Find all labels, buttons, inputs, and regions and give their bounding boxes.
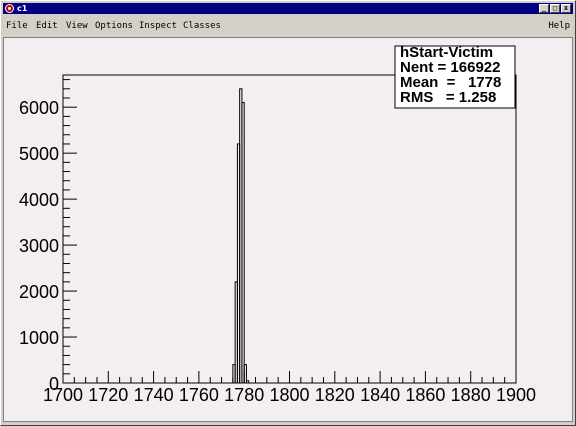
window-title: c1 xyxy=(17,4,28,13)
menu-file[interactable]: File xyxy=(6,18,28,34)
histogram-bin xyxy=(245,380,250,384)
x-tick-label: 1900 xyxy=(496,385,536,405)
x-tick-label: 1780 xyxy=(224,385,264,405)
x-tick-label: 1820 xyxy=(315,385,355,405)
app-window: c1 _ □ x File Edit View Options Inspect … xyxy=(0,0,576,426)
plot-frame xyxy=(62,74,517,384)
x-tick-label: 1720 xyxy=(88,385,128,405)
x-tick-label: 1860 xyxy=(405,385,445,405)
histogram-bin xyxy=(241,102,245,384)
menu-view[interactable]: View xyxy=(66,18,88,34)
y-tick-label: 2000 xyxy=(19,282,59,302)
x-tick-label: 1740 xyxy=(134,385,174,405)
stats-rms: RMS = 1.258 xyxy=(400,89,496,106)
x-tick-label: 1800 xyxy=(269,385,309,405)
menu-help[interactable]: Help xyxy=(548,18,570,34)
menu-options[interactable]: Options xyxy=(95,18,133,34)
title-bar[interactable]: c1 _ □ x xyxy=(3,3,573,14)
histogram-plot[interactable]: 1700 1720 1740 1760 1780 1800 1820 1840 1860 1880… xyxy=(4,38,572,421)
maximize-button[interactable]: □ xyxy=(550,4,560,13)
y-tick-label: 4000 xyxy=(19,190,59,210)
close-button[interactable]: x xyxy=(561,4,571,13)
stats-box[interactable]: hStart-Victim Nent = 166922 Mean = 1778 … xyxy=(394,44,516,109)
x-tick-label: 1880 xyxy=(451,385,491,405)
root-logo-icon xyxy=(5,4,14,13)
menu-bar: File Edit View Options Inspect Classes H… xyxy=(3,18,573,34)
minimize-button[interactable]: _ xyxy=(539,4,549,13)
x-tick-label: 1840 xyxy=(360,385,400,405)
x-tick-label: 1760 xyxy=(179,385,219,405)
y-tick-label: 5000 xyxy=(19,144,59,164)
y-tick-label: 3000 xyxy=(19,236,59,256)
y-tick-label: 6000 xyxy=(19,98,59,118)
canvas[interactable]: 1700 1720 1740 1760 1780 1800 1820 1840 1860 1880… xyxy=(3,37,573,422)
menu-inspect[interactable]: Inspect xyxy=(139,18,177,34)
menu-edit[interactable]: Edit xyxy=(36,18,58,34)
menu-classes[interactable]: Classes xyxy=(183,18,221,34)
y-tick-label: 1000 xyxy=(19,328,59,348)
window-controls: _ □ x xyxy=(539,4,571,13)
y-tick-label: 0 xyxy=(49,374,59,394)
